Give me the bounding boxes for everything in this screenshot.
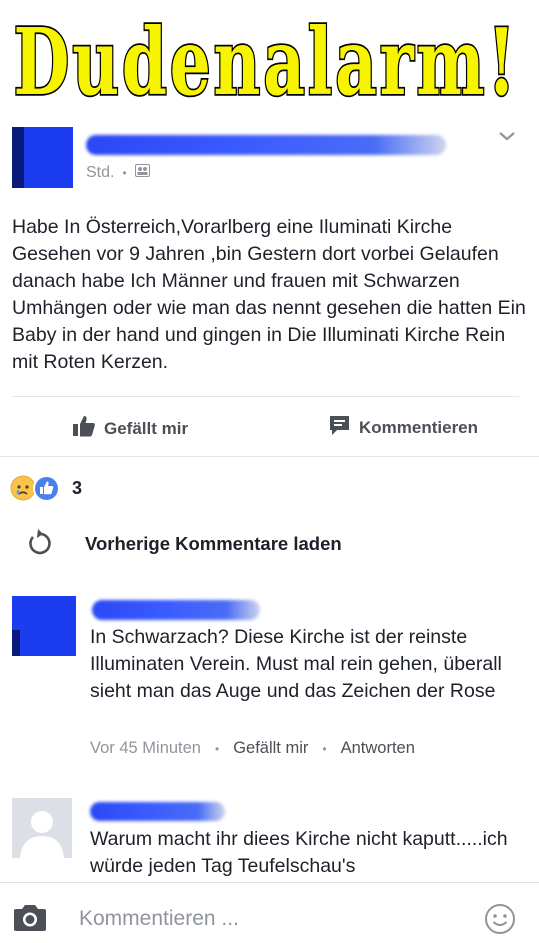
meta-separator: •	[122, 166, 127, 180]
reaction-count[interactable]: 3	[72, 478, 82, 499]
comment-body: Warum macht ihr diees Kirche nicht kaput…	[90, 828, 508, 877]
post-author-avatar[interactable]	[12, 127, 73, 188]
comment-label: Kommentieren	[359, 418, 479, 437]
divider	[12, 396, 519, 397]
reload-icon[interactable]	[24, 528, 54, 558]
post-time[interactable]: Std.	[86, 164, 114, 182]
comment-reply-link[interactable]: Antworten	[341, 739, 415, 758]
comment-author-name[interactable]	[90, 802, 225, 821]
post-meta: Std. •	[86, 164, 150, 182]
camera-icon[interactable]	[12, 903, 48, 933]
comment-input[interactable]: Kommentieren ...	[79, 907, 239, 931]
reaction-like-icon[interactable]	[33, 475, 60, 502]
comment-avatar-default[interactable]	[12, 798, 72, 858]
post-menu-chevron-icon[interactable]	[496, 127, 518, 145]
comment-avatar[interactable]	[12, 596, 76, 656]
comment-author-name[interactable]	[92, 600, 260, 620]
comment-meta: Vor 45 Minuten • Gefällt mir • Antworten	[90, 739, 415, 758]
banner-title-text: Dudenalarm!	[14, 8, 519, 116]
like-label: Gefällt mir	[104, 418, 189, 438]
emoji-icon[interactable]	[484, 903, 516, 935]
audience-friends-icon	[134, 164, 150, 182]
thumbs-up-icon	[72, 414, 96, 443]
comment-body: In Schwarzach? Diese Kirche ist der rein…	[90, 626, 502, 702]
comment-like-link[interactable]: Gefällt mir	[233, 739, 308, 758]
post-body: Habe In Österreich,Vorarlberg eine Ilumi…	[12, 216, 526, 373]
comment-composer: Kommentieren ...	[0, 882, 539, 943]
divider	[0, 456, 539, 457]
post-author-name[interactable]	[86, 135, 446, 155]
like-button[interactable]: Gefällt mir	[72, 414, 188, 443]
meta-separator: •	[322, 741, 327, 756]
meta-separator: •	[215, 741, 220, 756]
comment-button[interactable]: Kommentieren	[328, 414, 478, 442]
comment-time[interactable]: Vor 45 Minuten	[90, 739, 201, 758]
speech-bubble-icon	[328, 414, 351, 442]
load-previous-comments[interactable]: Vorherige Kommentare laden	[85, 533, 342, 555]
banner-title: Dudenalarm!	[0, 0, 539, 118]
